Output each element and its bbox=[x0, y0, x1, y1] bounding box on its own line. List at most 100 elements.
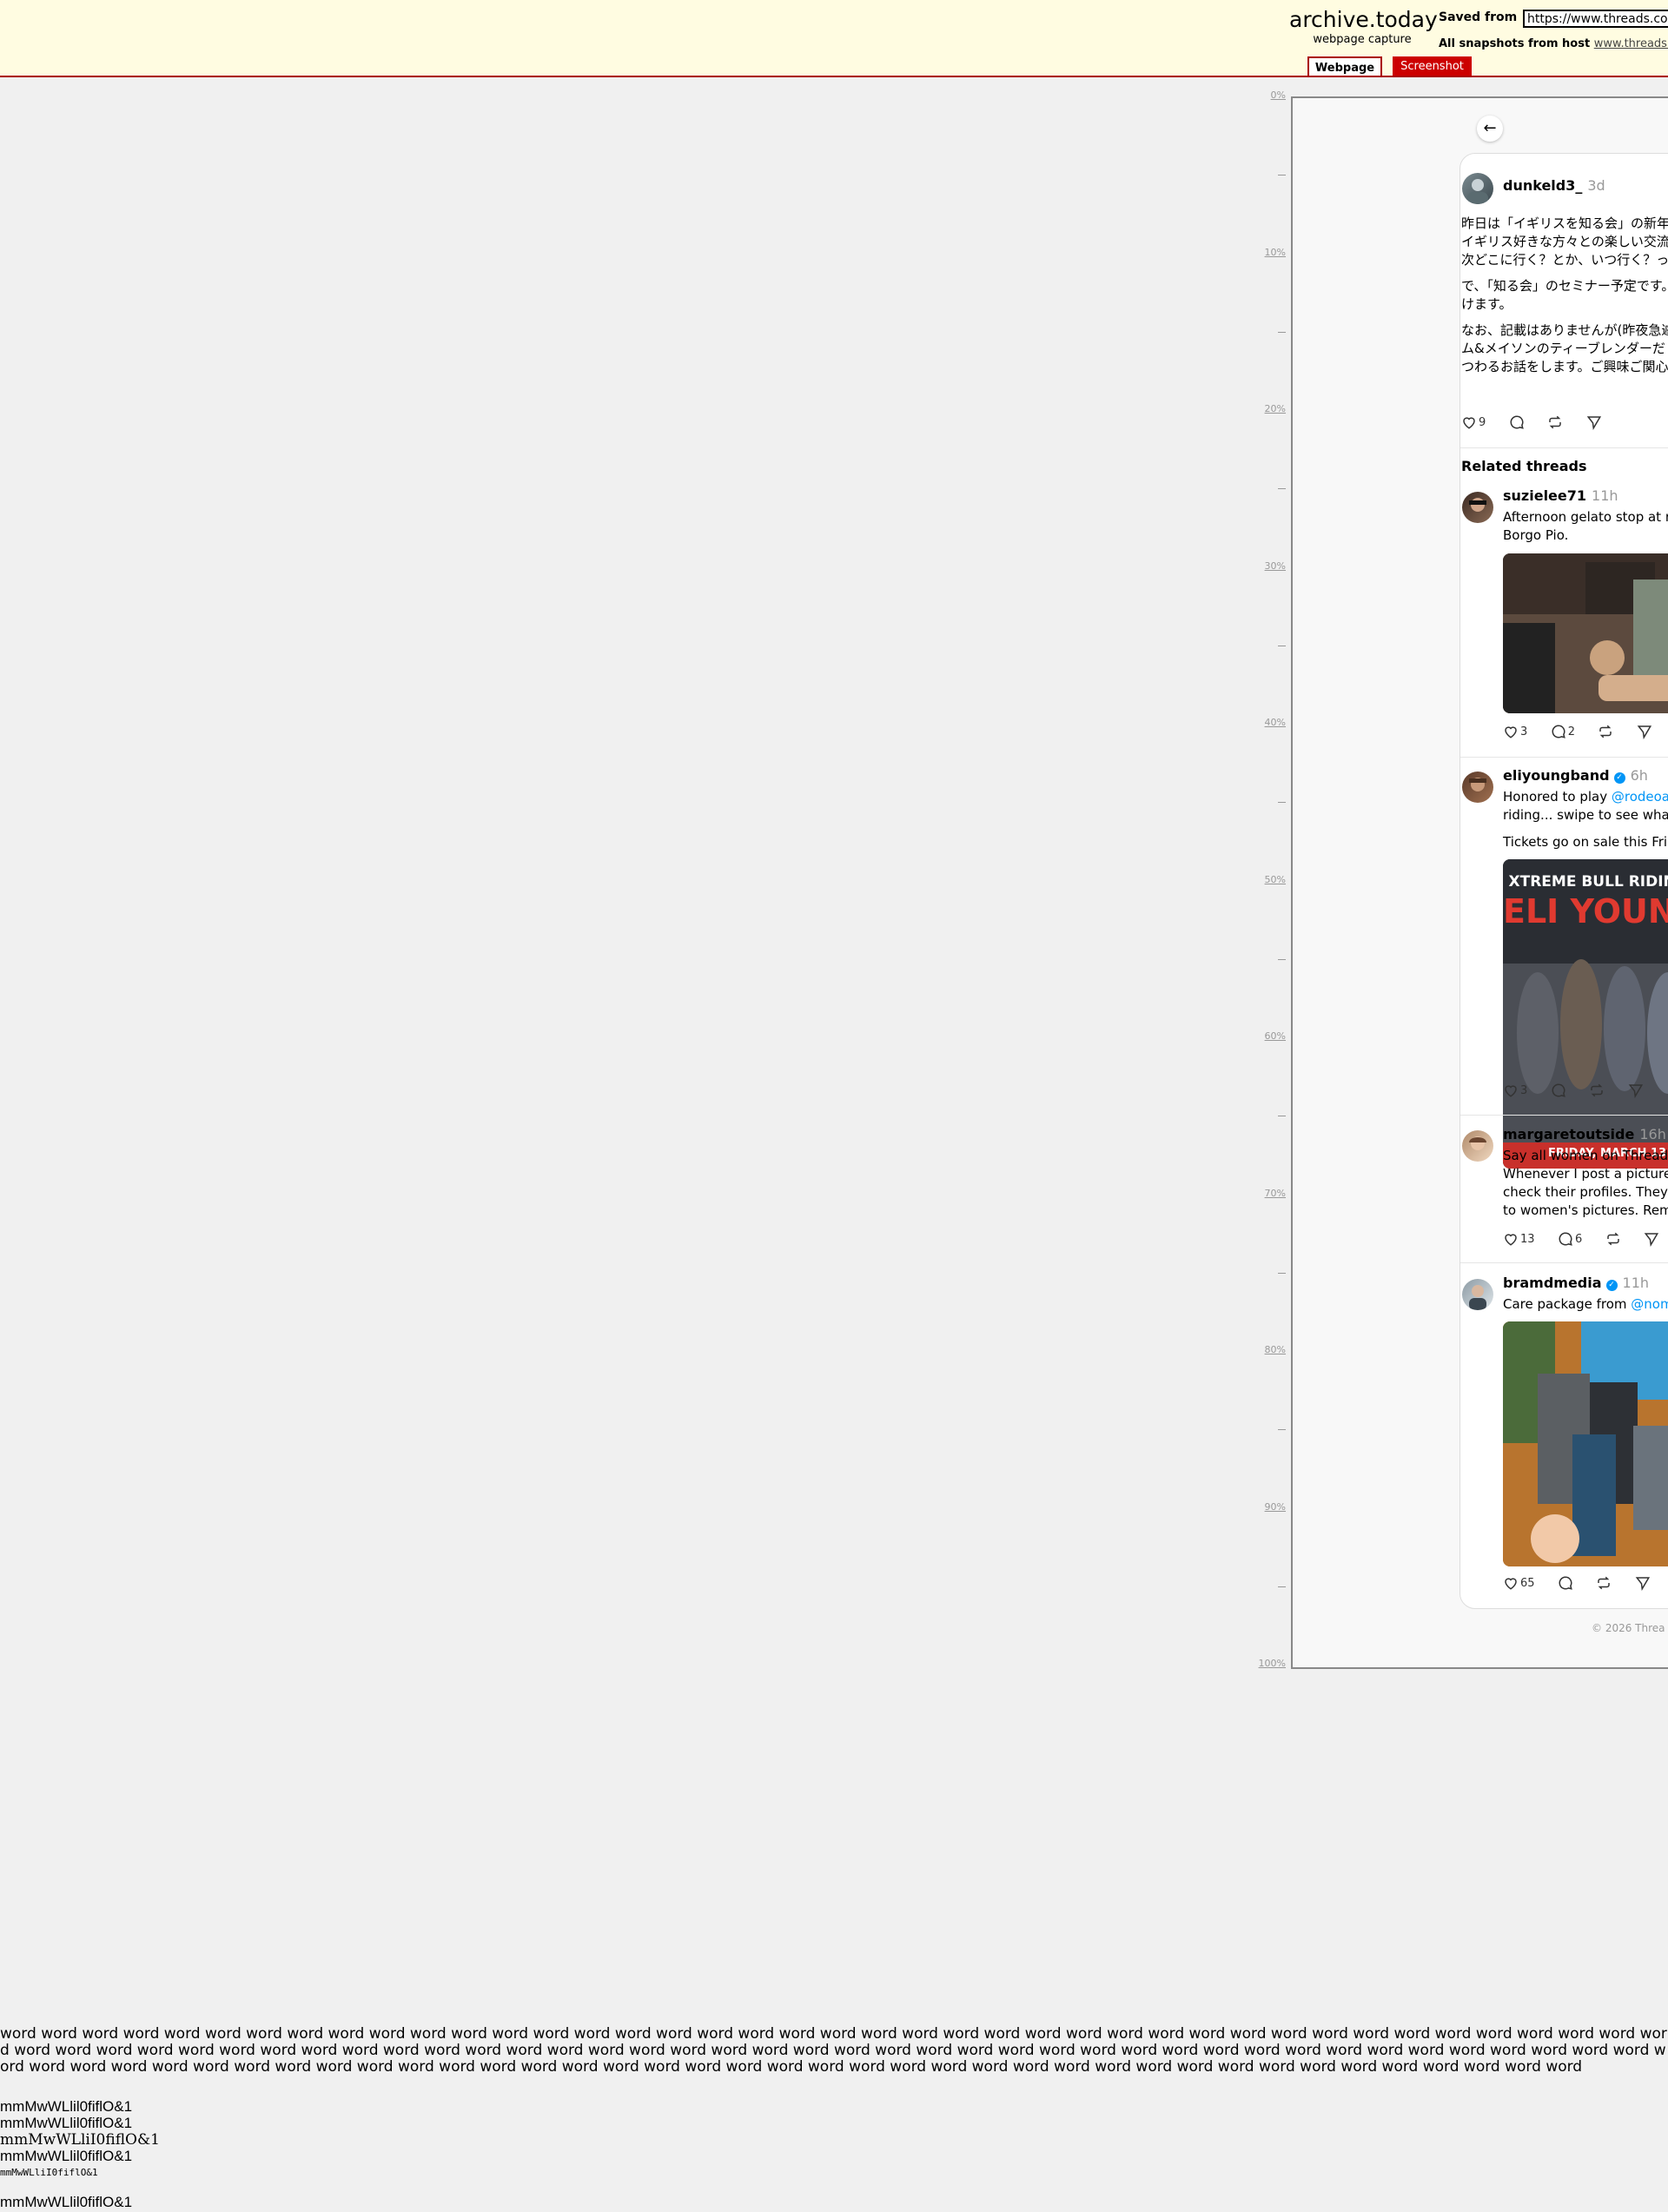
comment-icon bbox=[1559, 1232, 1572, 1246]
font-test-line: mmMwWLliI0fiflO&1 bbox=[0, 2167, 98, 2178]
font-test-line: mmMwWLliI0fiflO&1 bbox=[0, 2131, 160, 2149]
repost-icon bbox=[1591, 1083, 1603, 1097]
repost-button[interactable] bbox=[1605, 1231, 1621, 1247]
repost-icon bbox=[1549, 415, 1561, 429]
send-icon bbox=[1628, 1084, 1643, 1099]
related-text-line: Care package from @nom bbox=[1503, 1295, 1668, 1314]
related-text-line: check their profiles. They bbox=[1503, 1184, 1668, 1200]
related-handle-text[interactable]: suzielee71 bbox=[1503, 487, 1586, 504]
suzielee71-avatar[interactable] bbox=[1462, 492, 1493, 523]
related-handle-text[interactable]: bramdmedia bbox=[1503, 1275, 1602, 1291]
ruler-label[interactable]: 70% bbox=[1251, 1188, 1286, 1199]
back-arrow-icon[interactable]: ← bbox=[1477, 116, 1503, 142]
reply-button[interactable]: 2 bbox=[1551, 724, 1575, 739]
comment-icon bbox=[1552, 1083, 1565, 1097]
divider bbox=[1460, 1262, 1668, 1263]
repost-button[interactable] bbox=[1547, 414, 1563, 430]
divider bbox=[1460, 447, 1668, 448]
archive-brand[interactable]: archive.today webpage capture bbox=[1289, 7, 1438, 47]
related-threads-title: Related threads bbox=[1461, 458, 1587, 474]
all-snapshots-row: All snapshots from host www.threads.co bbox=[1439, 37, 1668, 50]
ruler-tick bbox=[1278, 1586, 1286, 1587]
share-button[interactable] bbox=[1644, 1231, 1659, 1248]
send-icon bbox=[1644, 1233, 1659, 1248]
snapshots-host-link[interactable]: www.threads.co bbox=[1594, 37, 1668, 50]
gelato-photo[interactable] bbox=[1503, 553, 1668, 713]
related-time: 6h bbox=[1630, 767, 1648, 784]
related-handle-text[interactable]: eliyoungband bbox=[1503, 767, 1610, 784]
mention-link[interactable]: @rodeoa bbox=[1612, 789, 1668, 805]
repost-button[interactable] bbox=[1589, 1083, 1605, 1098]
margaretoutside-avatar[interactable] bbox=[1462, 1130, 1493, 1162]
ruler-label[interactable]: 80% bbox=[1251, 1344, 1286, 1355]
archive-title[interactable]: archive.today bbox=[1289, 7, 1438, 33]
tab-webpage[interactable]: Webpage bbox=[1307, 56, 1382, 76]
repost-button[interactable] bbox=[1598, 724, 1613, 739]
eliyoungband-avatar[interactable] bbox=[1462, 772, 1493, 803]
post-time: 3d bbox=[1587, 177, 1605, 194]
tab-screenshot[interactable]: Screenshot bbox=[1393, 56, 1472, 76]
repost-icon bbox=[1606, 1232, 1619, 1246]
like-count: 9 bbox=[1479, 415, 1486, 429]
heart-icon bbox=[1505, 1578, 1517, 1590]
related-text-line: Tickets go on sale this Fri bbox=[1503, 834, 1668, 850]
ruler-label[interactable]: 60% bbox=[1251, 1030, 1286, 1042]
reply-button[interactable] bbox=[1509, 414, 1525, 430]
ruler-label[interactable]: 20% bbox=[1251, 403, 1286, 414]
ruler-label[interactable]: 10% bbox=[1251, 247, 1286, 258]
share-button[interactable] bbox=[1637, 724, 1652, 740]
send-icon bbox=[1635, 1577, 1650, 1592]
reply-button[interactable]: 6 bbox=[1558, 1231, 1582, 1247]
ruler-tick bbox=[1278, 331, 1286, 333]
heart-icon bbox=[1505, 1234, 1517, 1246]
related-handle[interactable]: suzielee71 11h bbox=[1503, 487, 1618, 504]
care-package-photo[interactable] bbox=[1503, 1321, 1668, 1566]
like-button[interactable]: 65 bbox=[1503, 1575, 1535, 1591]
like-button[interactable]: 13 bbox=[1503, 1231, 1535, 1247]
font-test-line: mmMwWLlil0fiflO&1 bbox=[0, 2115, 133, 2131]
like-count: 13 bbox=[1520, 1232, 1535, 1246]
related-text-line: Honored to play @rodeoa bbox=[1503, 788, 1668, 806]
related-handle-text[interactable]: margaretoutside bbox=[1503, 1126, 1634, 1142]
like-button[interactable]: 3 bbox=[1503, 1083, 1527, 1098]
like-count: 3 bbox=[1520, 1083, 1528, 1097]
share-button[interactable] bbox=[1586, 414, 1602, 431]
post-avatar[interactable] bbox=[1462, 173, 1493, 204]
post-handle[interactable]: dunkeld3_ 3d bbox=[1503, 177, 1605, 194]
mention-link[interactable]: @nom bbox=[1631, 1296, 1668, 1312]
ruler-label[interactable]: 0% bbox=[1251, 89, 1286, 101]
eli-young-band-poster[interactable]: XTREME BULL RIDING & ELI YOUNG BA FRIDAY… bbox=[1503, 859, 1668, 1169]
reply-button[interactable] bbox=[1551, 1083, 1566, 1098]
heart-icon bbox=[1505, 1085, 1517, 1097]
ruler-label[interactable]: 90% bbox=[1251, 1501, 1286, 1513]
post-text-line: 昨日は「イギリスを知る会」の新年 bbox=[1461, 215, 1668, 231]
ruler-label[interactable]: 50% bbox=[1251, 874, 1286, 885]
send-icon bbox=[1637, 725, 1651, 740]
like-button[interactable]: 9 bbox=[1461, 414, 1486, 430]
comment-icon bbox=[1559, 1576, 1572, 1590]
related-actions: 13 6 bbox=[1503, 1231, 1668, 1248]
related-actions: 65 bbox=[1503, 1575, 1668, 1592]
reply-button[interactable] bbox=[1558, 1575, 1573, 1591]
related-handle[interactable]: bramdmedia ✓ 11h bbox=[1503, 1275, 1649, 1291]
saved-from-url-input[interactable] bbox=[1523, 10, 1668, 28]
ruler-label[interactable]: 100% bbox=[1251, 1658, 1286, 1669]
post-text-line: ム&メイソンのティーブレンダーだ bbox=[1461, 341, 1665, 356]
related-handle[interactable]: eliyoungband ✓ 6h bbox=[1503, 767, 1648, 784]
ruler-label[interactable]: 30% bbox=[1251, 560, 1286, 572]
ruler-label[interactable]: 40% bbox=[1251, 717, 1286, 728]
share-button[interactable] bbox=[1635, 1575, 1651, 1592]
reply-count: 2 bbox=[1567, 725, 1576, 738]
related-time: 11h bbox=[1592, 487, 1618, 504]
ruler-tick bbox=[1278, 488, 1286, 490]
archive-subtitle: webpage capture bbox=[1313, 33, 1412, 46]
like-button[interactable]: 3 bbox=[1503, 724, 1527, 739]
share-button[interactable] bbox=[1628, 1083, 1644, 1099]
all-snapshots-label: All snapshots bbox=[1439, 37, 1525, 50]
related-handle[interactable]: margaretoutside 16h bbox=[1503, 1126, 1666, 1142]
bramdmedia-avatar[interactable] bbox=[1462, 1279, 1493, 1310]
text-prefix: Honored to play bbox=[1503, 789, 1612, 805]
post-handle-text[interactable]: dunkeld3_ bbox=[1503, 177, 1582, 194]
post-text-line: 次どこに行く？とか、いつ行く？っ bbox=[1461, 252, 1668, 268]
repost-button[interactable] bbox=[1596, 1575, 1612, 1591]
